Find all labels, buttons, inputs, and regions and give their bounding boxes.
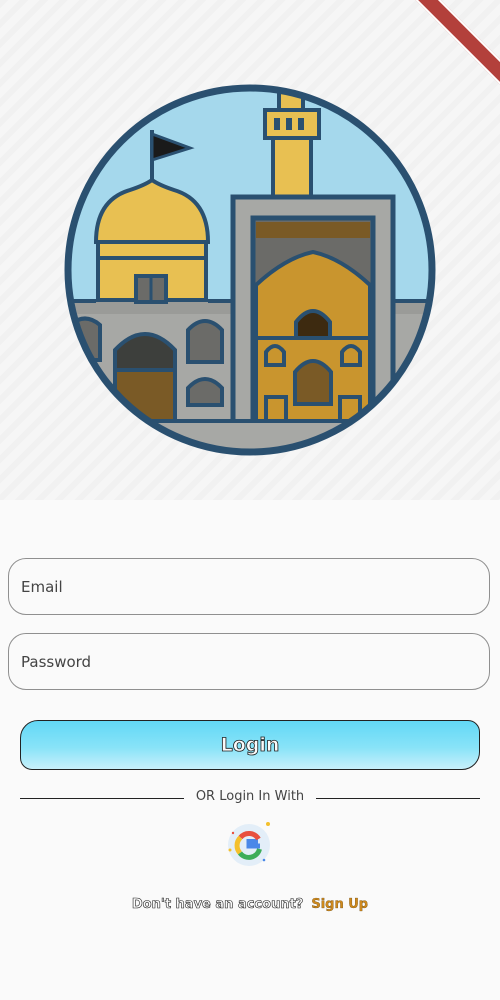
shrine-logo — [64, 84, 436, 456]
divider-right — [316, 798, 480, 799]
google-icon — [228, 822, 270, 866]
google-login-button[interactable] — [224, 820, 274, 870]
password-input[interactable] — [21, 634, 476, 689]
email-field[interactable] — [8, 558, 490, 615]
divider-left — [20, 798, 184, 799]
divider-text: OR Login In With — [195, 789, 305, 804]
signup-question: Don't have an account? — [131, 897, 304, 913]
hero-illustration-area — [0, 0, 500, 500]
login-button-label: Login — [220, 734, 280, 757]
signup-row: Don't have an account? Sign Up — [0, 897, 500, 913]
email-input[interactable] — [21, 559, 476, 614]
login-button[interactable]: Login — [20, 720, 480, 770]
signup-link[interactable]: Sign Up — [311, 897, 368, 912]
password-field[interactable] — [8, 633, 490, 690]
